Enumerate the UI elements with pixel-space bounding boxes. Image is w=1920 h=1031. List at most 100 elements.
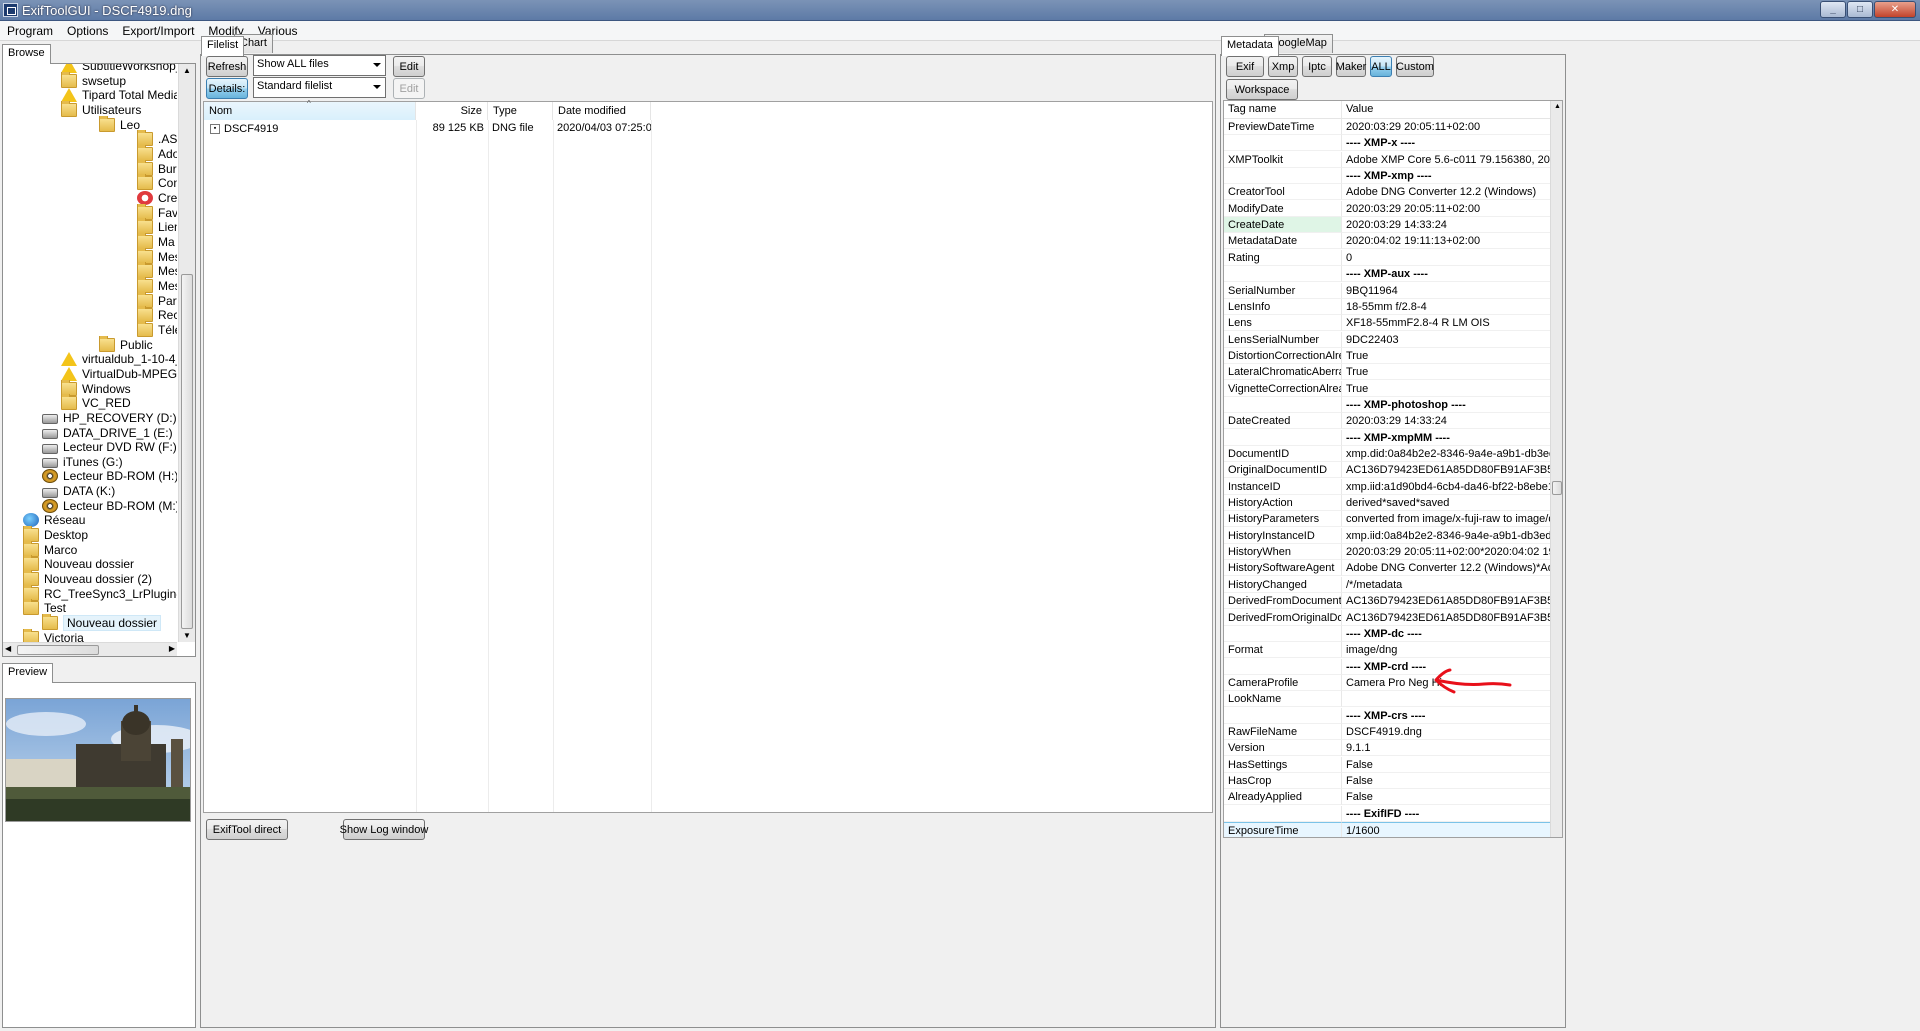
tag-name-cell — [1224, 707, 1342, 724]
app-icon — [3, 3, 18, 17]
tag-name-cell — [1224, 168, 1342, 185]
column-header-type[interactable]: Type — [488, 102, 553, 120]
metadata-row[interactable]: HistoryAction derived*saved*saved — [1224, 495, 1550, 512]
title-bar: ExifToolGUI - DSCF4919.dng _ □ ✕ — [0, 0, 1920, 21]
custom-button[interactable]: Custom — [1396, 56, 1434, 77]
metadata-group-row[interactable]: ---- XMP-aux ---- — [1224, 266, 1550, 283]
workspace-button[interactable]: Workspace — [1226, 79, 1298, 100]
metadata-group-row[interactable]: ---- ExifIFD ---- — [1224, 805, 1550, 822]
metadata-row[interactable]: LensSerialNumber 9DC22403 — [1224, 331, 1550, 348]
tree-vertical-scrollbar[interactable]: ▲ ▼ — [178, 64, 195, 642]
metadata-row[interactable]: DerivedFromOriginalDocuAC136D79423ED61A8… — [1224, 609, 1550, 626]
xmp-button[interactable]: Xmp — [1268, 56, 1298, 77]
metadata-row[interactable]: LateralChromaticAberratioTrue — [1224, 364, 1550, 381]
exif-button[interactable]: Exif — [1226, 56, 1264, 77]
tag-value-cell: Adobe DNG Converter 12.2 (Windows)*Adobe… — [1342, 560, 1550, 577]
tag-value-cell: ---- ExifIFD ---- — [1342, 806, 1550, 822]
metadata-row[interactable]: HistoryInstanceID xmp.iid:0a84b2e2-8346-9… — [1224, 527, 1550, 544]
refresh-button[interactable]: Refresh — [206, 56, 248, 77]
tree-item[interactable]: Victoria — [23, 628, 84, 642]
tag-value-cell: 2020:03:29 20:05:11+02:00 — [1342, 201, 1550, 217]
all-button[interactable]: ALL — [1370, 56, 1392, 77]
metadata-row[interactable]: HasSettings False — [1224, 756, 1550, 773]
tag-name-cell: Rating — [1224, 249, 1342, 266]
tree-horizontal-scrollbar[interactable]: ◀ ▶ — [3, 642, 177, 656]
file-filter-select[interactable]: Show ALL files — [253, 55, 386, 76]
metadata-row[interactable]: HistoryChanged/*/metadata — [1224, 576, 1550, 593]
tag-value-cell: Adobe DNG Converter 12.2 (Windows) — [1342, 184, 1550, 201]
view-edit-button[interactable]: Edit — [393, 78, 425, 99]
metadata-row[interactable]: Format image/dng — [1224, 642, 1550, 659]
metadata-row[interactable]: CreatorTool Adobe DNG Converter 12.2 (Win… — [1224, 184, 1550, 201]
tag-value-cell: 2020:03:29 20:05:11+02:00*2020:04:02 19:… — [1342, 544, 1550, 561]
metadata-row[interactable]: AlreadyApplied False — [1224, 789, 1550, 806]
tag-name-cell: HasCrop — [1224, 773, 1342, 789]
tab-browse[interactable]: Browse — [2, 44, 51, 64]
file-filter-value: Show ALL files — [257, 58, 329, 70]
tag-value-cell: 9BQ11964 — [1342, 283, 1550, 299]
metadata-group-row[interactable]: ---- XMP-crs ---- — [1224, 707, 1550, 724]
metadata-group-row[interactable]: ---- XMP-xmp ---- — [1224, 168, 1550, 185]
metadata-row[interactable]: HasCrop False — [1224, 773, 1550, 789]
maker-button[interactable]: Maker — [1336, 56, 1366, 77]
metadata-group-row[interactable]: ---- XMP-xmpMM ---- — [1224, 429, 1550, 446]
tag-value-cell: ---- XMP-aux ---- — [1342, 266, 1550, 283]
metadata-group-row[interactable]: ---- XMP-x ---- — [1224, 135, 1550, 152]
exiftool-direct-button[interactable]: ExifTool direct — [206, 819, 288, 840]
metadata-row[interactable]: DerivedFromDocumentID AC136D79423ED61A85D… — [1224, 593, 1550, 610]
filelist-view-select[interactable]: Standard filelist — [253, 77, 386, 98]
metadata-row[interactable]: OriginalDocumentID AC136D79423ED61A85DD80… — [1224, 462, 1550, 479]
metadata-row[interactable]: PreviewDateTime 2020:03:29 20:05:11+02:00 — [1224, 119, 1550, 135]
menu-program[interactable]: Program — [0, 24, 60, 38]
folder-icon — [23, 628, 39, 642]
tag-name-cell: VignetteCorrectionAlready — [1224, 380, 1342, 397]
metadata-row[interactable]: CreateDate 2020:03:29 14:33:24 — [1224, 217, 1550, 234]
metadata-row[interactable]: LensInfo 18-55mm f/2.8-4 — [1224, 298, 1550, 315]
metadata-row[interactable]: MetadataDate 2020:04:02 19:11:13+02:00 — [1224, 233, 1550, 250]
metadata-row[interactable]: DateCreated 2020:03:29 14:33:24 — [1224, 413, 1550, 430]
metadata-row[interactable]: VignetteCorrectionAlreadyTrue — [1224, 380, 1550, 397]
metadata-row[interactable]: InstanceID xmp.iid:a1d90bd4-6cb4-da46-bf2… — [1224, 478, 1550, 495]
metadata-row[interactable]: ExposureTime 1/1600 — [1224, 822, 1550, 837]
tag-name-cell: OriginalDocumentID — [1224, 462, 1342, 479]
close-button[interactable]: ✕ — [1874, 1, 1916, 18]
metadata-row[interactable]: RawFileName DSCF4919.dng — [1224, 723, 1550, 740]
menu-options[interactable]: Options — [60, 24, 115, 38]
metadata-row[interactable]: XMPToolkit Adobe XMP Core 5.6-c011 79.156… — [1224, 151, 1550, 168]
metadata-row[interactable]: SerialNumber 9BQ11964 — [1224, 282, 1550, 299]
metadata-row[interactable]: HistoryWhen 2020:03:29 20:05:11+02:00*202… — [1224, 544, 1550, 561]
metadata-row[interactable]: DistortionCorrectionAlreacTrue — [1224, 347, 1550, 364]
metadata-row[interactable]: DocumentID xmp.did:0a84b2e2-8346-9a4e-a9b… — [1224, 446, 1550, 462]
details-button[interactable]: Details: — [206, 78, 248, 99]
tab-filelist[interactable]: Filelist — [201, 36, 245, 56]
metadata-row[interactable]: HistorySoftwareAgent Adobe DNG Converter … — [1224, 560, 1550, 577]
metadata-grid[interactable]: Tag name Value PreviewDateTime 2020:03:29… — [1223, 100, 1563, 838]
metadata-row[interactable]: Version 9.1.1 — [1224, 740, 1550, 757]
metadata-row[interactable]: ModifyDate 2020:03:29 20:05:11+02:00 — [1224, 200, 1550, 217]
tag-name-cell: HistoryInstanceID — [1224, 527, 1342, 544]
preview-image — [5, 698, 191, 822]
file-list[interactable]: Nom ^ Size Type Date modified ▪ DSCF4919… — [203, 99, 1213, 813]
metadata-vertical-scrollbar[interactable]: ▲ — [1550, 101, 1562, 837]
folder-tree[interactable]: SubtitleWorkshop_6.0bswsetupTipard Total… — [2, 63, 196, 657]
table-row[interactable]: ▪ DSCF4919 89 125 KB DNG file 2020/04/03… — [204, 121, 651, 137]
show-log-window-button[interactable]: Show Log window — [340, 819, 428, 840]
tree-item[interactable]: Leo — [99, 115, 140, 134]
tab-preview[interactable]: Preview — [2, 663, 54, 683]
metadata-row[interactable]: HistoryParameters converted from image/x-… — [1224, 511, 1550, 528]
minimize-button[interactable]: _ — [1820, 1, 1846, 18]
tag-name-cell: HistoryParameters — [1224, 511, 1342, 528]
tag-value-cell: ---- XMP-photoshop ---- — [1342, 397, 1550, 413]
column-header-size[interactable]: Size — [416, 102, 488, 120]
maximize-button[interactable]: □ — [1847, 1, 1873, 18]
filter-edit-button[interactable]: Edit — [393, 56, 425, 77]
tab-metadata[interactable]: Metadata — [1221, 36, 1279, 56]
menu-export-import[interactable]: Export/Import — [115, 24, 201, 38]
metadata-group-row[interactable]: ---- XMP-dc ---- — [1224, 625, 1550, 642]
metadata-group-row[interactable]: ---- XMP-photoshop ---- — [1224, 396, 1550, 413]
column-header-date[interactable]: Date modified — [553, 102, 651, 120]
iptc-button[interactable]: Iptc — [1302, 56, 1332, 77]
column-header-name[interactable]: Nom ^ — [204, 99, 416, 120]
metadata-row[interactable]: Rating 0 — [1224, 249, 1550, 266]
metadata-row[interactable]: Lens XF18-55mmF2.8-4 R LM OIS — [1224, 315, 1550, 332]
